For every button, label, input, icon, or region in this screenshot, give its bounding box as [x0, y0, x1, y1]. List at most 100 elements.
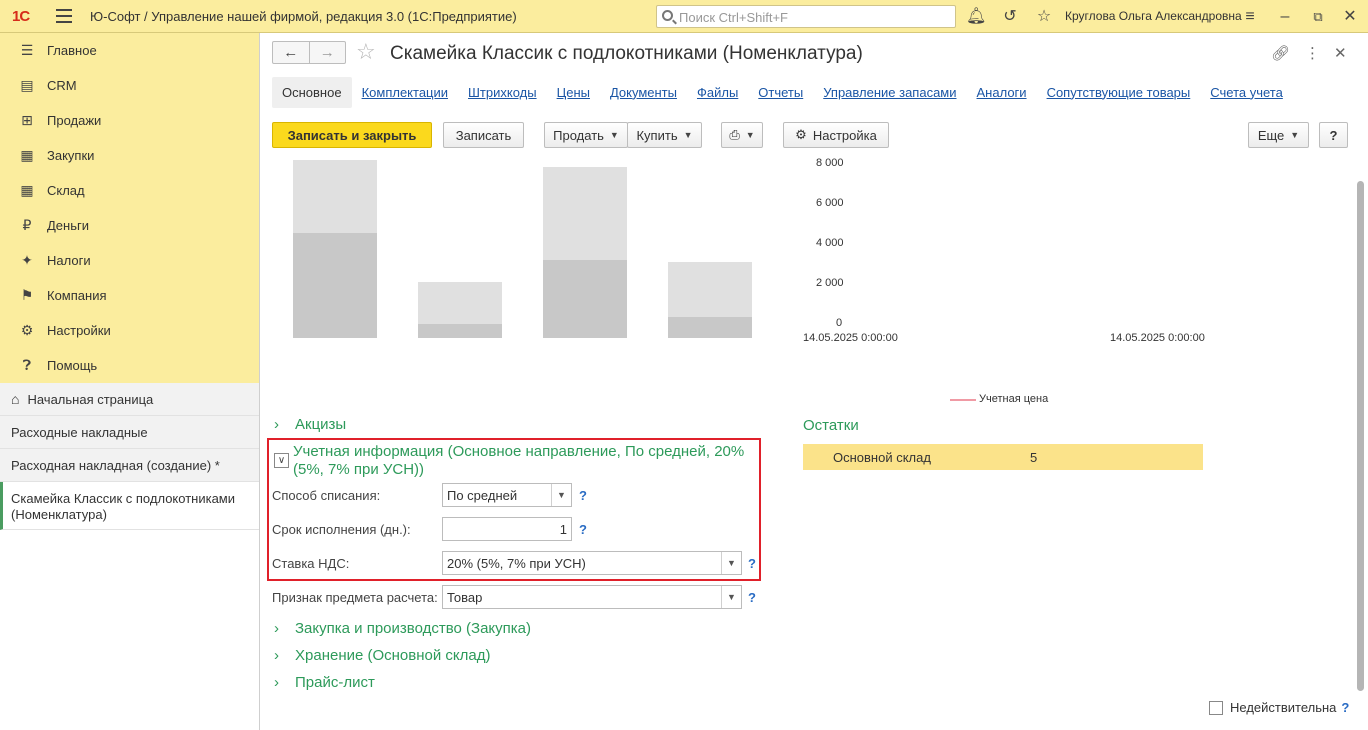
chevron-right-icon: › — [274, 416, 279, 433]
home-icon: ⌂ — [11, 391, 20, 407]
printer-icon: ⎙ — [729, 127, 740, 142]
x-tick-start: 14.05.2025 0:00:00 — [803, 332, 898, 344]
checkbox-box[interactable] — [1209, 700, 1223, 715]
settings-button[interactable]: ⚙ Настройка — [783, 122, 889, 148]
subject-select[interactable]: Товар ▼ — [442, 585, 742, 609]
invalid-checkbox[interactable]: Недействительна ? — [1209, 700, 1349, 715]
menu-icon: ☰ — [20, 42, 34, 58]
open-window-sales-invoice-new[interactable]: Расходная накладная (создание) * — [0, 449, 259, 482]
legend-label: Учетная цена — [979, 393, 1049, 405]
bell-icon[interactable]: 🔔︎ — [966, 7, 986, 27]
group-accounting[interactable]: Учетная информация (Основное направление… — [293, 443, 753, 479]
section-company[interactable]: ⚑ Компания — [0, 278, 259, 313]
open-window-home[interactable]: ⌂ Начальная страница — [0, 383, 259, 416]
hamburger-menu-icon[interactable] — [56, 9, 72, 23]
term-input[interactable]: 1 — [442, 517, 572, 541]
dropdown-arrow-icon[interactable]: ▼ — [721, 552, 741, 574]
section-settings[interactable]: ⚙ Настройки — [0, 313, 259, 348]
tab-kits[interactable]: Комплектации — [362, 85, 448, 100]
user-name[interactable]: Круглова Ольга Александровна — [1065, 9, 1242, 23]
chevron-down-icon: ▼ — [609, 130, 619, 140]
link-icon[interactable]: 🔗︎ — [1271, 44, 1290, 62]
print-button[interactable]: ⎙ ▼ — [721, 122, 763, 148]
dropdown-arrow-icon[interactable]: ▼ — [551, 484, 571, 506]
chevron-down-icon[interactable]: ∨ — [274, 453, 289, 468]
global-search-input[interactable]: Поиск Ctrl+Shift+F — [656, 5, 956, 28]
tab-main[interactable]: Основное — [272, 76, 352, 108]
legend-line-swatch — [950, 399, 976, 401]
minimize-icon[interactable]: – — [1275, 7, 1295, 27]
y-tick-2000: 2 000 — [816, 277, 844, 289]
sell-button[interactable]: Продать ▼ — [544, 122, 628, 148]
y-tick-6000: 6 000 — [816, 197, 844, 209]
command-bar: Записать и закрыть Записать Продать ▼ Куп… — [272, 122, 1362, 148]
navigation-buttons: ← → — [272, 41, 346, 64]
group-purchase[interactable]: › Закупка и производство (Закупка) — [274, 620, 531, 637]
section-warehouse[interactable]: ▦ Склад — [0, 173, 259, 208]
tab-files[interactable]: Файлы — [697, 85, 738, 100]
history-icon[interactable]: ↺ — [1000, 7, 1020, 27]
gear-icon: ⚙ — [20, 322, 34, 338]
tab-accounts[interactable]: Счета учета — [1210, 85, 1283, 100]
y-tick-0: 0 — [836, 317, 843, 329]
subject-help[interactable]: ? — [748, 590, 756, 605]
back-arrow-icon[interactable]: ← — [273, 42, 310, 63]
section-crm[interactable]: ▤ CRM — [0, 68, 259, 103]
settings-menu-icon[interactable]: ≡ — [1240, 7, 1260, 27]
tab-barcodes[interactable]: Штрихкоды — [468, 85, 537, 100]
restore-icon[interactable]: ⧉ — [1308, 7, 1328, 27]
save-and-close-button[interactable]: Записать и закрыть — [272, 122, 432, 148]
chevron-down-icon: ▼ — [683, 130, 693, 140]
close-form-icon[interactable]: ✕ — [1334, 44, 1347, 62]
group-storage[interactable]: › Хранение (Основной склад) — [274, 647, 491, 664]
warehouse-icon: ▦ — [20, 182, 34, 198]
open-window-sales-invoices[interactable]: Расходные накладные — [0, 416, 259, 449]
more-button[interactable]: Еще ▼ — [1248, 122, 1309, 148]
dropdown-arrow-icon[interactable]: ▼ — [721, 586, 741, 608]
section-sales[interactable]: ⊞ Продажи — [0, 103, 259, 138]
bar-lower — [418, 324, 502, 338]
forward-arrow-icon[interactable]: → — [310, 42, 346, 63]
tab-inventory[interactable]: Управление запасами — [823, 85, 956, 100]
tab-reports[interactable]: Отчеты — [758, 85, 803, 100]
favorites-star-icon[interactable]: ☆ — [1034, 7, 1054, 27]
close-icon[interactable]: ✕ — [1340, 7, 1360, 27]
vat-help[interactable]: ? — [748, 556, 756, 571]
app-logo: 1С — [12, 8, 30, 25]
stock-row[interactable]: Основной склад 5 — [803, 444, 1203, 470]
writeoff-select[interactable]: По средней ▼ — [442, 483, 572, 507]
sidebar: ☰ Главное ▤ CRM ⊞ Продажи ▦ Закупки ▦ Склад ₽… — [0, 33, 260, 730]
invalid-help[interactable]: ? — [1341, 700, 1349, 715]
x-tick-end: 14.05.2025 0:00:00 — [1110, 332, 1205, 344]
buy-button[interactable]: Купить ▼ — [627, 122, 702, 148]
basket-icon: ⊞ — [21, 112, 33, 128]
tab-related[interactable]: Сопутствующие товары — [1047, 85, 1191, 100]
writeoff-help[interactable]: ? — [579, 488, 587, 503]
y-tick-8000: 8 000 — [816, 157, 844, 169]
crm-icon: ▤ — [20, 77, 34, 93]
vat-select[interactable]: 20% (5%, 7% при УСН) ▼ — [442, 551, 742, 575]
section-taxes[interactable]: ✦ Налоги — [0, 243, 259, 278]
tab-analogs[interactable]: Аналоги — [977, 85, 1027, 100]
section-main[interactable]: ☰ Главное — [0, 33, 259, 68]
section-money[interactable]: ₽ Деньги — [0, 208, 259, 243]
vertical-scrollbar[interactable] — [1355, 159, 1365, 724]
flag-icon: ⚑ — [20, 287, 34, 303]
more-vertical-icon[interactable]: ⋮ — [1305, 44, 1320, 62]
eagle-icon: ✦ — [21, 252, 33, 268]
bar-lower — [668, 316, 752, 338]
scroll-thumb[interactable] — [1357, 181, 1364, 691]
group-excise[interactable]: › Акцизы — [274, 416, 346, 433]
term-help[interactable]: ? — [579, 522, 587, 537]
help-button[interactable]: ? — [1319, 122, 1348, 148]
favorite-star-icon[interactable]: ☆ — [356, 39, 376, 65]
save-button[interactable]: Записать — [443, 122, 524, 148]
tab-documents[interactable]: Документы — [610, 85, 677, 100]
document-form: ← → ☆ Скамейка Классик с подлокотниками … — [261, 33, 1368, 730]
section-purchases[interactable]: ▦ Закупки — [0, 138, 259, 173]
group-pricelist[interactable]: › Прайс-лист — [274, 674, 375, 691]
bar-lower — [543, 260, 627, 338]
tab-prices[interactable]: Цены — [557, 85, 590, 100]
open-window-current-item[interactable]: Скамейка Классик с подлокотниками (Номен… — [0, 482, 259, 530]
section-help[interactable]: ❓︎ Помощь — [0, 348, 259, 383]
